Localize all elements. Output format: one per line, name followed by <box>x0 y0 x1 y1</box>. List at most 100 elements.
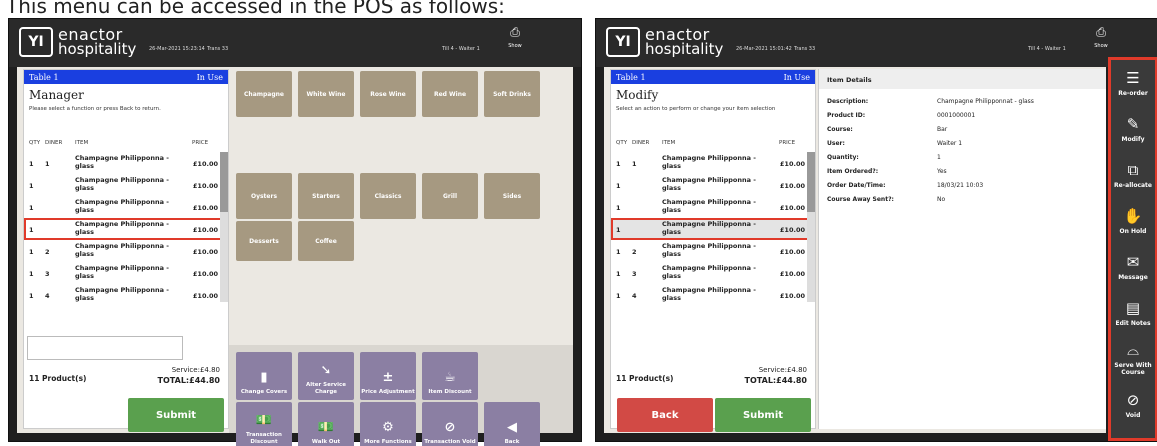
tile-classics[interactable]: Classics <box>360 173 416 219</box>
on-hold-button[interactable]: ✋ On Hold <box>1111 198 1155 244</box>
detail-quantity: Quantity: 1 <box>827 154 941 161</box>
tile-grill[interactable]: Grill <box>422 173 478 219</box>
item-discount-button[interactable]: ☕ Item Discount <box>422 352 478 400</box>
order-scrollbar[interactable] <box>220 152 228 302</box>
change-covers-button[interactable]: ▮ Change Covers <box>236 352 292 400</box>
detail-course-away-sent: Course Away Sent?: No <box>827 196 946 203</box>
submit-button[interactable]: Submit <box>128 398 224 432</box>
column-headers: QTY DINER ITEM PRICE <box>24 140 228 150</box>
top-bar: YI enactor hospitality 26-Mar-2021 15:23… <box>9 19 581 67</box>
tile-red-wine[interactable]: Red Wine <box>422 71 478 117</box>
order-list: 1 1 Champagne Philipponna - glass £10.00 1C… <box>611 152 815 302</box>
void-icon: ⊘ <box>444 420 456 435</box>
main-content: Table 1 In Use Modify Select an action t… <box>604 67 1106 433</box>
walk-out-button[interactable]: 💵 Walk Out <box>298 402 354 446</box>
tile-oysters[interactable]: Oysters <box>236 173 292 219</box>
order-row[interactable]: 1 1 Champagne Philipponna - glass £10.00 <box>611 152 815 174</box>
order-row[interactable]: 1 Champagne Philipponna - glass £10.00 <box>24 174 228 196</box>
tile-champagne[interactable]: Champagne <box>236 71 292 117</box>
gears-icon: ⚙ <box>382 420 394 435</box>
logo-text-line2: hospitality <box>645 40 724 58</box>
back-button[interactable]: Back <box>617 398 713 432</box>
col-qty: QTY <box>616 140 628 146</box>
price-adjustment-button[interactable]: ± Price Adjustment <box>360 352 416 400</box>
item-discount-icon: ☕ <box>444 370 456 385</box>
order-row[interactable]: 1 2 Champagne Philipponna - glass £10.00 <box>24 240 228 262</box>
detail-course: Course: Bar <box>827 126 948 133</box>
product-count: 11 Product(s) <box>29 374 87 383</box>
tile-rose-wine[interactable]: Rose Wine <box>360 71 416 117</box>
tile-coffee[interactable]: Coffee <box>298 221 354 261</box>
order-row[interactable]: 1 Champagne Philipponna - glass £10.00 <box>611 174 815 196</box>
item-details-panel: Item Details Description: Champagne Phili… <box>818 69 1106 429</box>
product-count: 11 Product(s) <box>616 374 674 383</box>
service-charge: Service:£4.80 <box>171 366 220 374</box>
transaction-void-button[interactable]: ⊘ Transaction Void <box>422 402 478 446</box>
void-button[interactable]: ⊘ Void <box>1111 382 1155 428</box>
order-row-selected[interactable]: 1 Champagne Philipponna - glass £10.00 <box>24 218 228 240</box>
total-amount: TOTAL:£44.80 <box>744 376 807 385</box>
printer-label: Show <box>1094 43 1108 49</box>
order-row[interactable]: 1 4 Champagne Philipponna - glass £10.00 <box>24 284 228 302</box>
logo-text-line2: hospitality <box>58 40 137 58</box>
service-charge-icon: ➘ <box>320 363 332 378</box>
order-input[interactable] <box>27 336 183 360</box>
submit-button[interactable]: Submit <box>715 398 811 432</box>
col-diner: DINER <box>45 140 63 146</box>
order-row-selected[interactable]: 1 Champagne Philipponna - glass £10.00 <box>611 218 815 240</box>
totals: 11 Product(s) Service:£4.80 TOTAL:£44.80 <box>611 364 815 390</box>
order-row[interactable]: 1 2 Champagne Philipponna - glass £10.00 <box>611 240 815 262</box>
till-label: Till 4 - Waiter 1 <box>442 46 480 52</box>
instruction-text: Please select a function or press Back t… <box>29 106 161 112</box>
tile-white-wine[interactable]: White Wine <box>298 71 354 117</box>
logo-mark-icon: YI <box>19 27 53 57</box>
order-row[interactable]: 1 Champagne Philipponna - glass £10.00 <box>24 196 228 218</box>
void-icon: ⊘ <box>1126 390 1140 409</box>
alter-service-charge-button[interactable]: ➘ Alter Service Charge <box>298 352 354 400</box>
order-panel: Table 1 In Use Modify Select an action t… <box>610 69 816 432</box>
col-price: PRICE <box>779 140 796 146</box>
reallocate-button[interactable]: ⧉ Re-allocate <box>1111 152 1155 198</box>
message-button[interactable]: ✉ Message <box>1111 244 1155 290</box>
printer-icon: ⎙ <box>1096 25 1106 39</box>
col-price: PRICE <box>192 140 209 146</box>
modify-button[interactable]: ✎ Modify <box>1111 106 1155 152</box>
main-content: Table 1 In Use Manager Please select a f… <box>17 67 573 446</box>
back-icon: ◀ <box>507 420 517 435</box>
order-panel: Table 1 In Use Manager Please select a f… <box>23 69 229 432</box>
col-qty: QTY <box>29 140 41 146</box>
order-row[interactable]: 1 3 Champagne Philipponna - glass £10.00 <box>611 262 815 284</box>
table-name: Table 1 <box>29 72 59 82</box>
more-functions-button[interactable]: ⚙ More Functions <box>360 402 416 446</box>
transaction-discount-button[interactable]: 💵 Transaction Discount <box>236 402 292 446</box>
tile-desserts[interactable]: Desserts <box>236 221 292 261</box>
tile-sides[interactable]: Sides <box>484 173 540 219</box>
pos-screen-manager: YI enactor hospitality 26-Mar-2021 15:23… <box>8 18 582 446</box>
printer-button[interactable]: ⎙ Show <box>1090 25 1112 49</box>
cash-icon: 💵 <box>255 413 273 428</box>
price-adjust-icon: ± <box>382 370 394 385</box>
table-name: Table 1 <box>616 72 646 82</box>
service-charge: Service:£4.80 <box>758 366 807 374</box>
order-scrollbar[interactable] <box>807 152 815 302</box>
order-row[interactable]: 1 1 Champagne Philipponna - glass £10.00 <box>24 152 228 174</box>
detail-description: Description: Champagne Philipponnat - gla… <box>827 98 1034 105</box>
total-amount: TOTAL:£44.80 <box>157 376 220 385</box>
serve-with-course-button[interactable]: ⌓ Serve With Course <box>1111 336 1155 382</box>
order-row[interactable]: 1 3 Champagne Philipponna - glass £10.00 <box>24 262 228 284</box>
cloche-icon: ⌓ <box>1127 341 1139 359</box>
col-item: ITEM <box>662 140 676 146</box>
table-status: In Use <box>196 72 223 82</box>
mode-title: Modify <box>616 88 659 102</box>
printer-button[interactable]: ⎙ Show <box>504 25 526 49</box>
tile-starters[interactable]: Starters <box>298 173 354 219</box>
order-row[interactable]: 1 Champagne Philipponna - glass £10.00 <box>611 196 815 218</box>
tile-soft-drinks[interactable]: Soft Drinks <box>484 71 540 117</box>
totals: 11 Product(s) Service:£4.80 TOTAL:£44.80 <box>24 364 228 390</box>
detail-order-datetime: Order Date/Time: 18/03/21 10:03 <box>827 182 984 189</box>
reorder-button[interactable]: ☰ Re-order <box>1111 60 1155 106</box>
back-button[interactable]: ◀ Back <box>484 402 540 446</box>
detail-user: User: Waiter 1 <box>827 140 963 147</box>
order-row[interactable]: 1 4 Champagne Philipponna - glass £10.00 <box>611 284 815 302</box>
edit-notes-button[interactable]: ▤ Edit Notes <box>1111 290 1155 336</box>
